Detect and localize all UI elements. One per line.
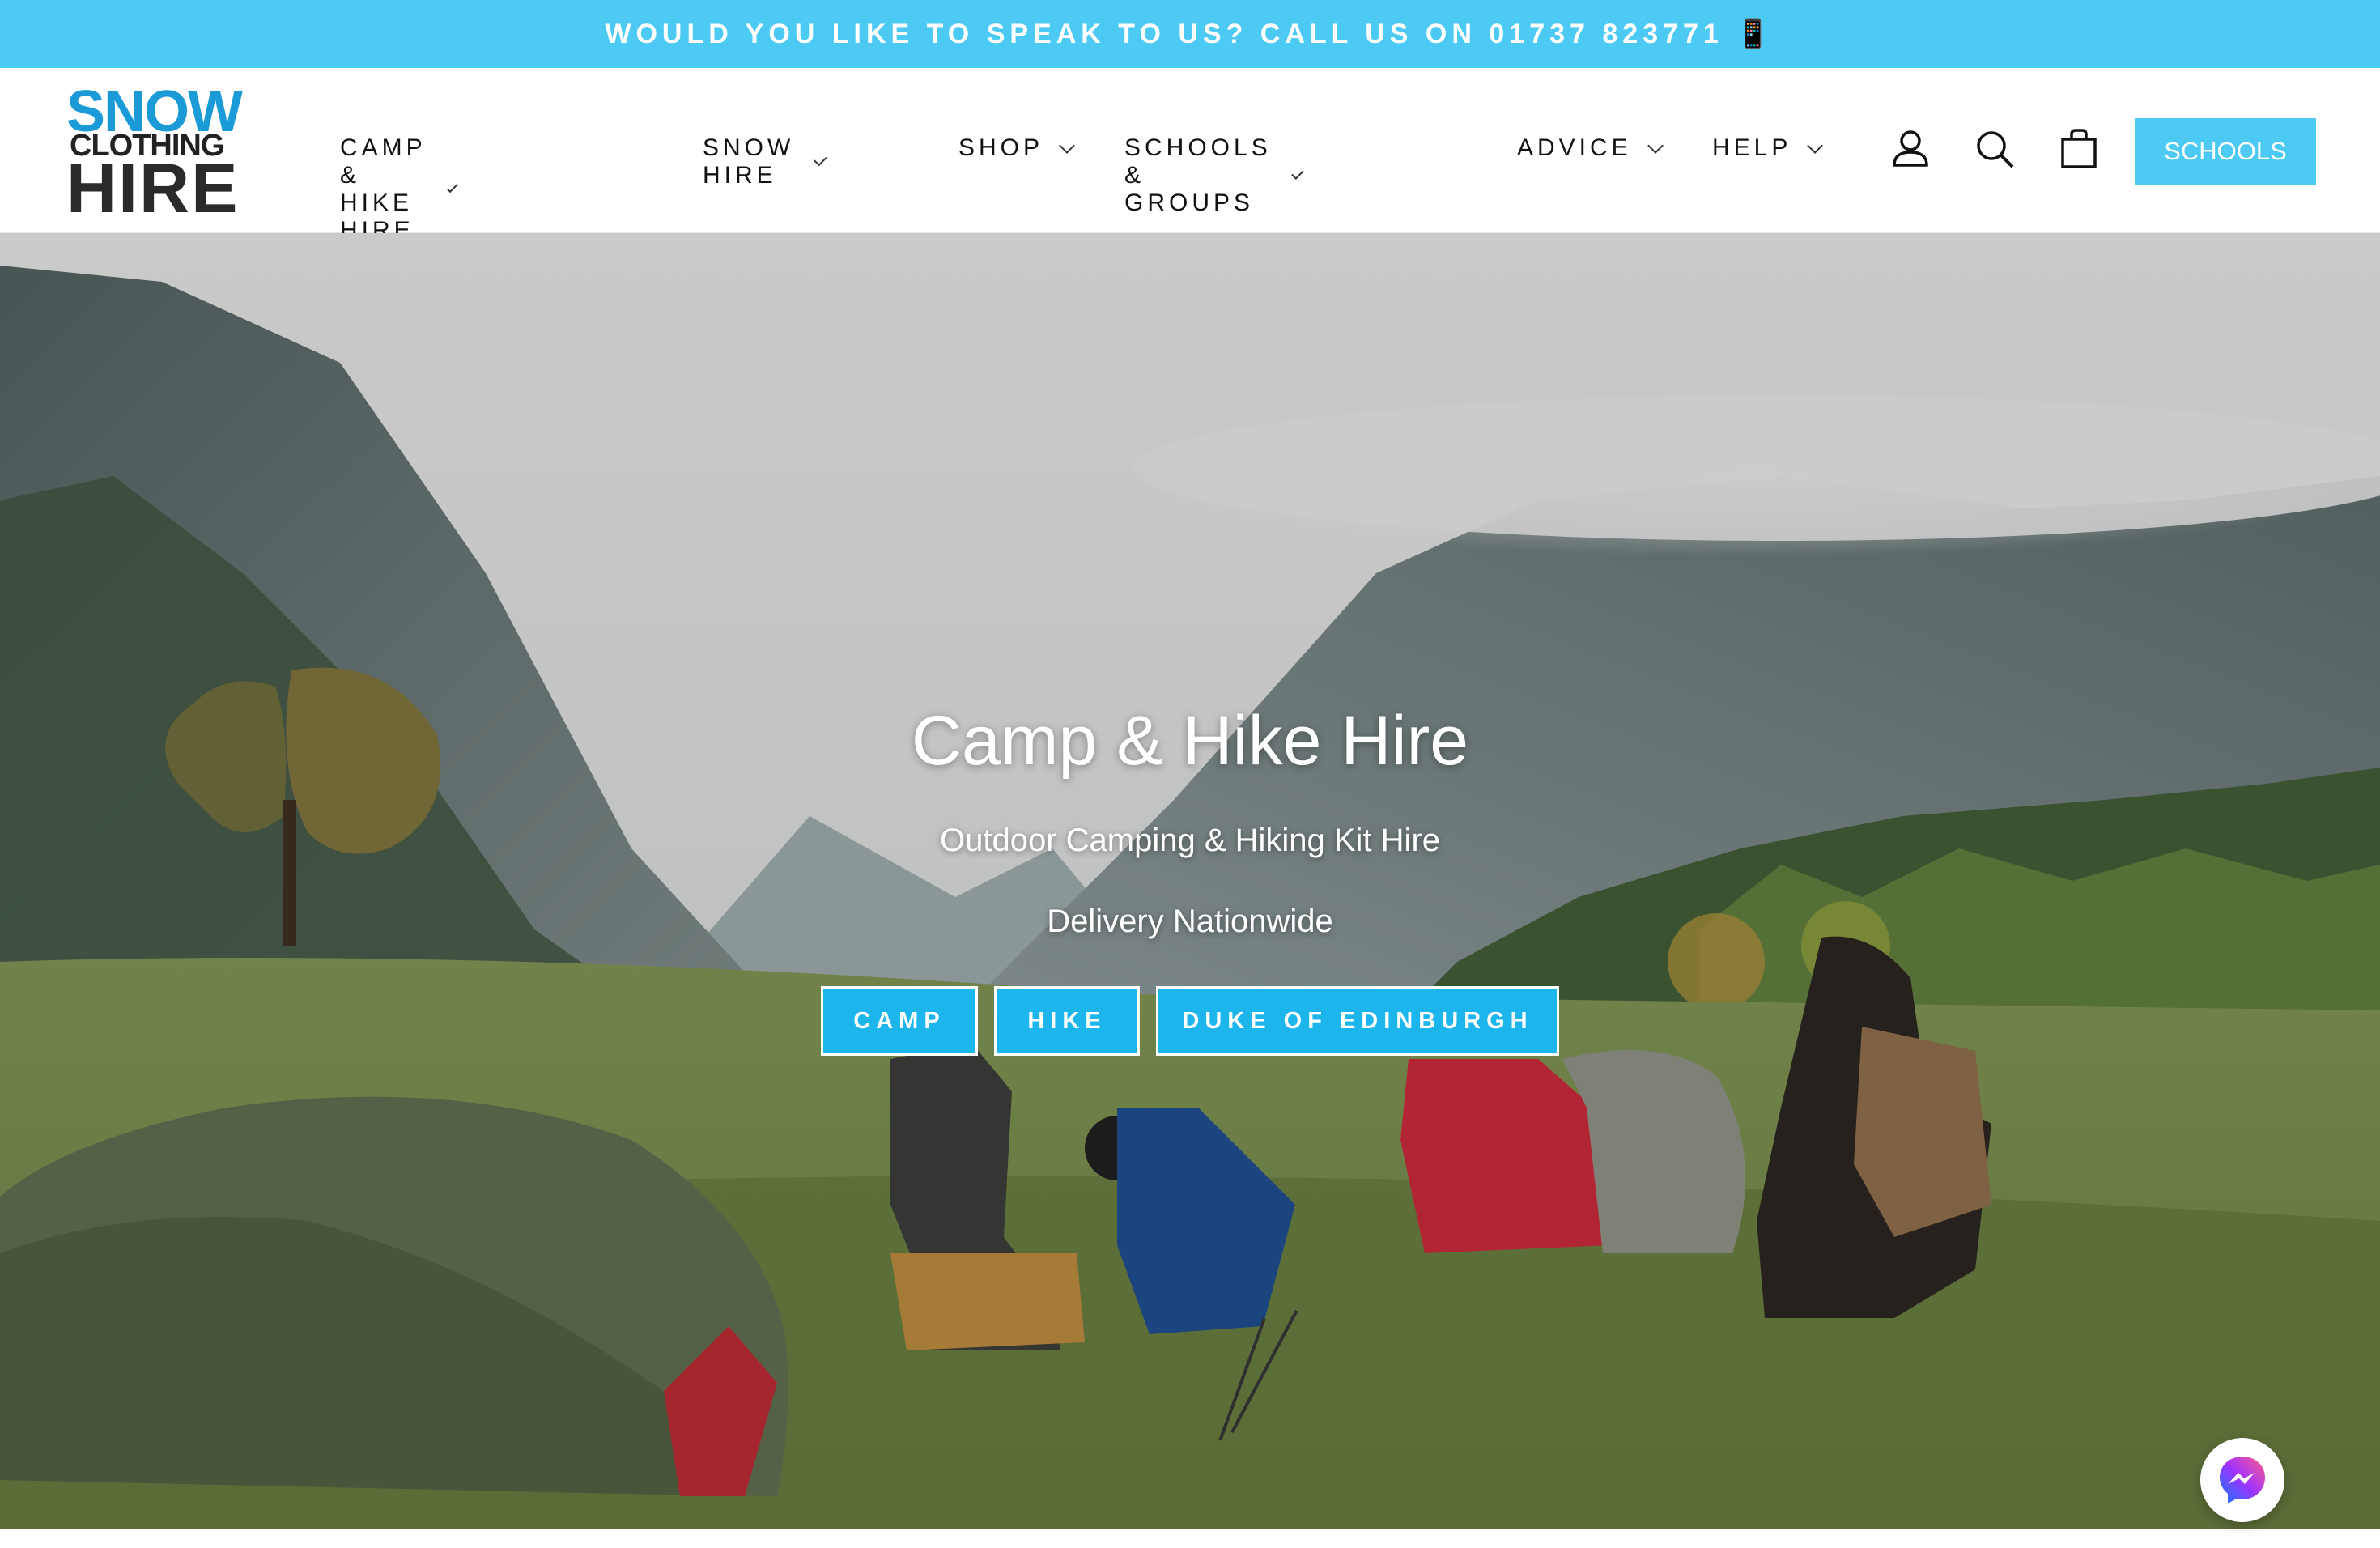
nav-item-label: CAMP & HIKE HIRE	[340, 134, 427, 244]
announcement-bar: WOULD YOU LIKE TO SPEAK TO US? CALL US O…	[0, 0, 2380, 68]
site-header: SNOW CLOTHING HIRE CAMP & HIKE HIRE SNOW…	[0, 68, 2380, 244]
chevron-down-icon	[447, 181, 459, 194]
messenger-icon	[2220, 1457, 2265, 1503]
chevron-down-icon	[1647, 138, 1664, 154]
nav-item-shop[interactable]: SHOP	[958, 134, 1075, 162]
logo-line-3: HIRE	[66, 150, 240, 228]
hero-background-image	[0, 233, 2380, 1529]
nav-item-snow-hire[interactable]: SNOW HIRE	[703, 134, 827, 189]
nav-item-camp-hike-hire[interactable]: CAMP & HIKE HIRE	[340, 134, 459, 245]
hero-banner: Camp & Hike Hire Outdoor Camping & Hikin…	[0, 233, 2380, 1529]
search-icon[interactable]	[1970, 125, 2019, 173]
camp-button[interactable]: CAMP	[821, 986, 978, 1056]
nav-item-label: SNOW HIRE	[703, 134, 795, 189]
nav-item-label: ADVICE	[1517, 134, 1632, 161]
hike-button[interactable]: HIKE	[994, 986, 1140, 1056]
user-icon[interactable]	[1886, 125, 1935, 173]
schools-button[interactable]: SCHOOLS	[2135, 118, 2316, 185]
nav-item-label: SCHOOLS & GROUPS	[1124, 134, 1272, 216]
chevron-down-icon	[1291, 167, 1304, 180]
messenger-chat-button[interactable]	[2200, 1438, 2284, 1522]
nav-item-help[interactable]: HELP	[1712, 134, 1824, 162]
logo[interactable]: SNOW CLOTHING HIRE	[66, 83, 243, 228]
hero-title: Camp & Hike Hire	[911, 702, 1469, 780]
duke-of-edinburgh-button[interactable]: DUKE OF EDINBURGH	[1156, 986, 1559, 1056]
nav-item-advice[interactable]: ADVICE	[1517, 134, 1664, 162]
nav-item-label: SHOP	[958, 134, 1044, 161]
chevron-down-icon	[1059, 138, 1075, 154]
nav-item-schools-groups[interactable]: SCHOOLS & GROUPS	[1124, 134, 1304, 217]
chevron-down-icon	[814, 153, 827, 166]
announcement-text: WOULD YOU LIKE TO SPEAK TO US? CALL US O…	[605, 19, 1775, 49]
hero-subtitle: Outdoor Camping & Hiking Kit Hire	[939, 823, 1441, 858]
hero-tagline: Delivery Nationwide	[1047, 904, 1333, 939]
cart-icon[interactable]	[2055, 125, 2103, 173]
nav-item-label: HELP	[1712, 134, 1792, 161]
chevron-down-icon	[1807, 138, 1824, 154]
